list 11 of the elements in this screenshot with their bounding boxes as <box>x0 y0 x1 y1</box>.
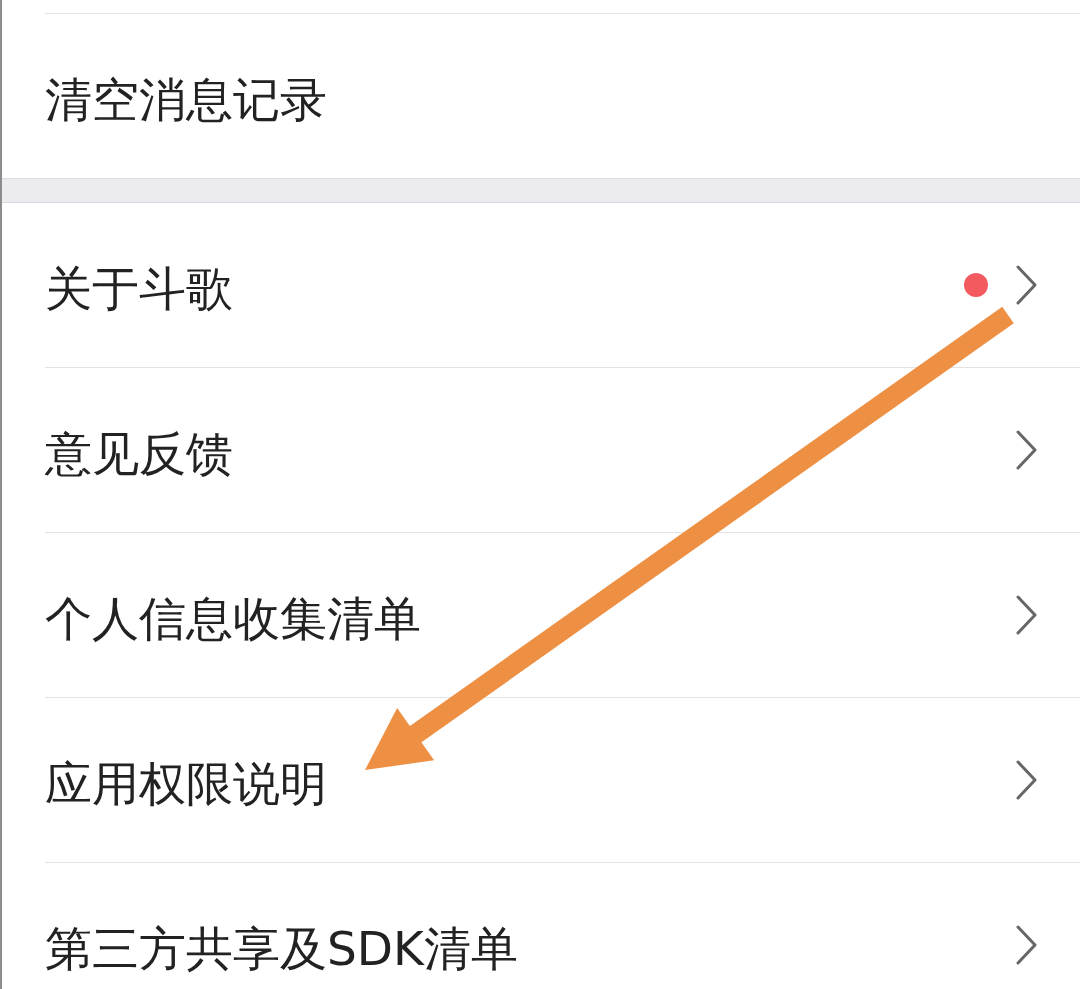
chevron-right-icon <box>1016 430 1038 470</box>
chevron-right-icon <box>1016 760 1038 800</box>
menu-item-label[interactable]: 个人信息收集清单 <box>45 582 421 648</box>
chevron-right-icon <box>1016 265 1038 305</box>
chevron-right-icon <box>1016 595 1038 635</box>
chevron-right-icon <box>1016 925 1038 965</box>
menu-item-label[interactable]: 第三方共享及SDK清单 <box>45 912 518 978</box>
menu-item-label[interactable]: 关于斗歌 <box>45 252 233 318</box>
menu-item-label[interactable]: 意见反馈 <box>45 417 233 483</box>
menu-item-label[interactable]: 应用权限说明 <box>45 747 327 813</box>
menu-item-label[interactable]: 清空消息记录 <box>45 63 327 129</box>
